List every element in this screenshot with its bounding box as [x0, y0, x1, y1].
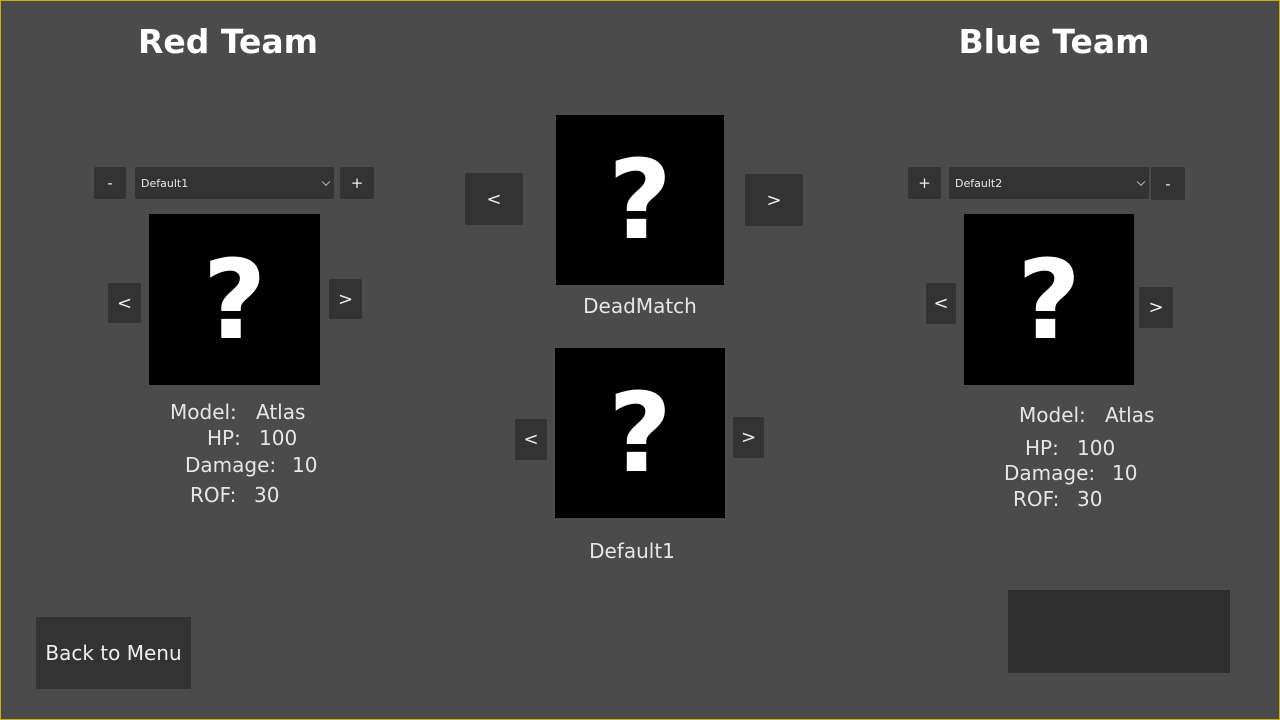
map-prev-button[interactable]: <	[515, 419, 547, 460]
blue-damage-value: 10	[1112, 461, 1138, 485]
blue-team-title: Blue Team	[958, 22, 1150, 61]
blue-damage-label: Damage:	[1004, 461, 1096, 485]
mode-name: DeadMatch	[583, 294, 697, 318]
red-model-preview: ?	[149, 214, 320, 385]
blue-add-loadout-button[interactable]: +	[908, 167, 941, 199]
blue-loadout-select-value: Default2	[955, 176, 1003, 190]
red-team-title: Red Team	[137, 22, 319, 61]
red-hp-value: 100	[259, 426, 298, 450]
blue-model-value: Atlas	[1105, 403, 1155, 427]
red-hp-label: HP:	[207, 426, 241, 450]
chevron-down-icon	[1136, 177, 1146, 187]
blue-remove-loadout-button[interactable]: -	[1151, 167, 1185, 200]
question-mark-icon: ?	[608, 136, 672, 264]
blue-next-model-button[interactable]: >	[1139, 287, 1173, 328]
blue-hp-label: HP:	[1025, 436, 1059, 460]
map-next-button[interactable]: >	[733, 417, 764, 458]
red-remove-loadout-button[interactable]: -	[94, 167, 126, 199]
question-mark-icon: ?	[608, 369, 672, 497]
red-rof-value: 30	[254, 483, 280, 507]
blue-rof-value: 30	[1077, 487, 1103, 511]
question-mark-icon: ?	[1017, 235, 1081, 364]
red-rof-label: ROF:	[190, 483, 237, 507]
start-panel[interactable]	[1008, 590, 1230, 673]
blue-rof-label: ROF:	[1013, 487, 1060, 511]
chevron-down-icon	[321, 177, 331, 187]
red-loadout-select-value: Default1	[141, 176, 189, 190]
red-next-model-button[interactable]: >	[329, 279, 362, 319]
mode-next-button[interactable]: >	[745, 174, 803, 226]
mode-prev-button[interactable]: <	[465, 173, 523, 225]
red-prev-model-button[interactable]: <	[108, 283, 141, 323]
back-to-menu-button[interactable]: Back to Menu	[36, 617, 191, 689]
red-damage-label: Damage:	[185, 453, 277, 477]
blue-model-label: Model:	[1019, 403, 1086, 427]
red-loadout-select[interactable]: Default1	[135, 167, 334, 199]
map-name: Default1	[589, 539, 675, 563]
map-preview: ?	[555, 348, 725, 518]
red-damage-value: 10	[292, 453, 318, 477]
blue-hp-value: 100	[1077, 436, 1116, 460]
mode-preview: ?	[556, 115, 724, 285]
blue-model-preview: ?	[964, 214, 1134, 385]
blue-loadout-select[interactable]: Default2	[949, 167, 1149, 199]
red-model-label: Model:	[170, 400, 237, 424]
red-add-loadout-button[interactable]: +	[340, 167, 374, 199]
blue-prev-model-button[interactable]: <	[926, 283, 956, 324]
red-model-value: Atlas	[256, 400, 306, 424]
question-mark-icon: ?	[202, 235, 267, 364]
